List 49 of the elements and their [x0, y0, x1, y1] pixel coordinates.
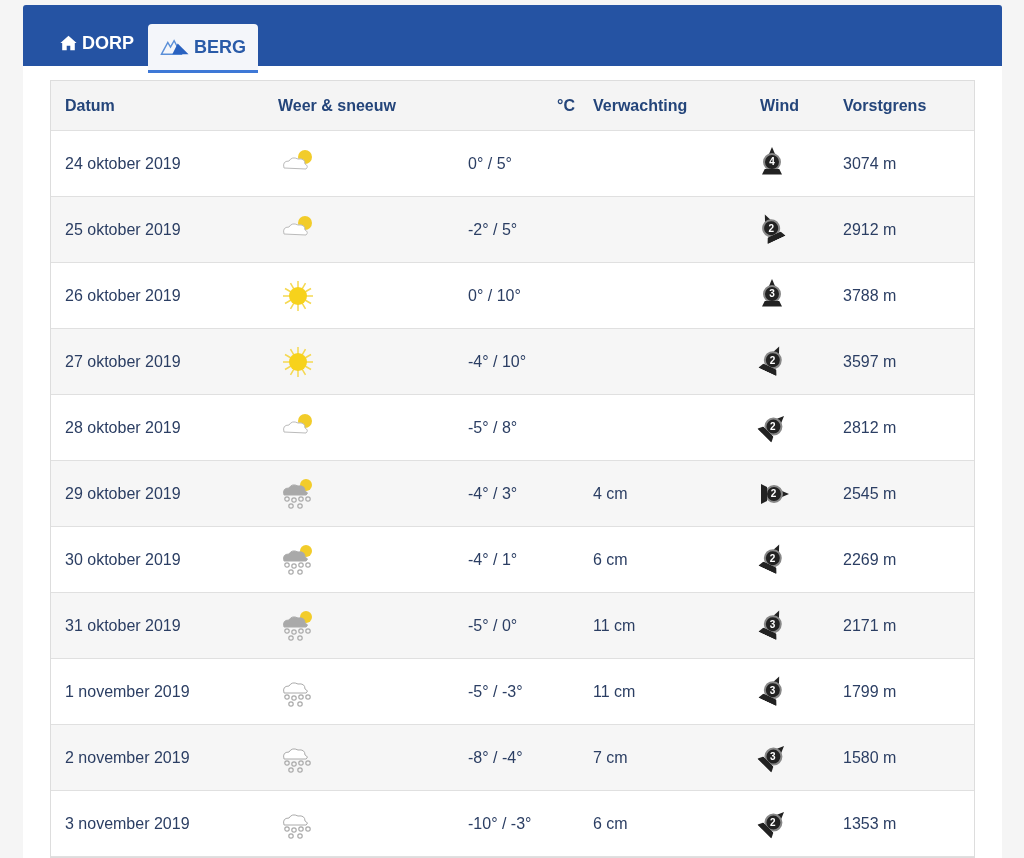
date-cell-text: 31 oktober 2019 — [64, 616, 182, 635]
mountain-icon — [160, 38, 190, 56]
freezing-level-cell-text: 2912 m — [843, 220, 898, 239]
column-header: Verwachting — [593, 96, 689, 115]
temperature-cell-text: -4° / 10° — [468, 352, 528, 371]
temperature-cell-text: 0° / 10° — [468, 286, 522, 305]
column-header: Datum — [64, 96, 116, 115]
temperature-cell-text: -10° / -3° — [468, 814, 533, 833]
tab[interactable]: BERG — [148, 24, 259, 73]
date-cell-text: 24 oktober 2019 — [64, 154, 182, 173]
temperature-cell-text: 0° / 5° — [468, 154, 513, 173]
date-cell-text: 27 oktober 2019 — [64, 352, 182, 371]
temperature-cell-text: -4° / 1° — [468, 550, 519, 569]
freezing-level-cell-text: 2545 m — [843, 484, 898, 503]
snowfall-cell: 4 cm — [593, 484, 628, 503]
column-header: °C — [556, 96, 576, 115]
column-header: Weer & sneeuw — [278, 96, 397, 115]
freezing-level-cell-text: 1799 m — [843, 682, 898, 701]
date-cell-text: 29 oktober 2019 — [64, 484, 182, 503]
freezing-level-cell-text: 2269 m — [843, 550, 898, 569]
column-header: Wind — [759, 96, 800, 115]
date-cell-text: 25 oktober 2019 — [64, 220, 182, 239]
freezing-level-cell-text: 1580 m — [843, 748, 898, 767]
snowfall-cell: 7 cm — [593, 748, 628, 767]
temperature-cell-text: -5° / -3° — [468, 682, 524, 701]
date-cell-text: 3 november 2019 — [64, 814, 191, 833]
freezing-level-cell-text: 3597 m — [843, 352, 898, 371]
snowfall-cell: 6 cm — [593, 814, 628, 833]
snowfall-cell: 11 cm — [593, 682, 636, 701]
freezing-level-cell-text: 2171 m — [843, 616, 898, 635]
date-cell-text: 1 november 2019 — [64, 682, 191, 701]
date-cell-text: 2 november 2019 — [64, 748, 191, 767]
temperature-cell-text: -8° / -4° — [468, 748, 524, 767]
temperature-cell-text: -5° / 0° — [468, 616, 519, 635]
temperature-cell-text: -4° / 3° — [468, 484, 519, 503]
freezing-level-cell-text: 3074 m — [843, 154, 898, 173]
date-cell-text: 26 oktober 2019 — [64, 286, 182, 305]
column-header: Vorstgrens — [843, 96, 928, 115]
freezing-level-cell-text: 1353 m — [843, 814, 898, 833]
house-icon — [59, 34, 78, 52]
temperature-cell-text: -5° / 8° — [468, 418, 519, 437]
freezing-level-cell-text: 3788 m — [843, 286, 898, 305]
snowfall-cell: 6 cm — [593, 550, 628, 569]
tab[interactable]: DORP — [53, 20, 140, 66]
date-cell-text: 28 oktober 2019 — [64, 418, 182, 437]
freezing-level-cell-text: 2812 m — [843, 418, 898, 437]
temperature-cell-text: -2° / 5° — [468, 220, 519, 239]
date-cell-text: 30 oktober 2019 — [64, 550, 182, 569]
snowfall-cell: 11 cm — [593, 616, 636, 635]
